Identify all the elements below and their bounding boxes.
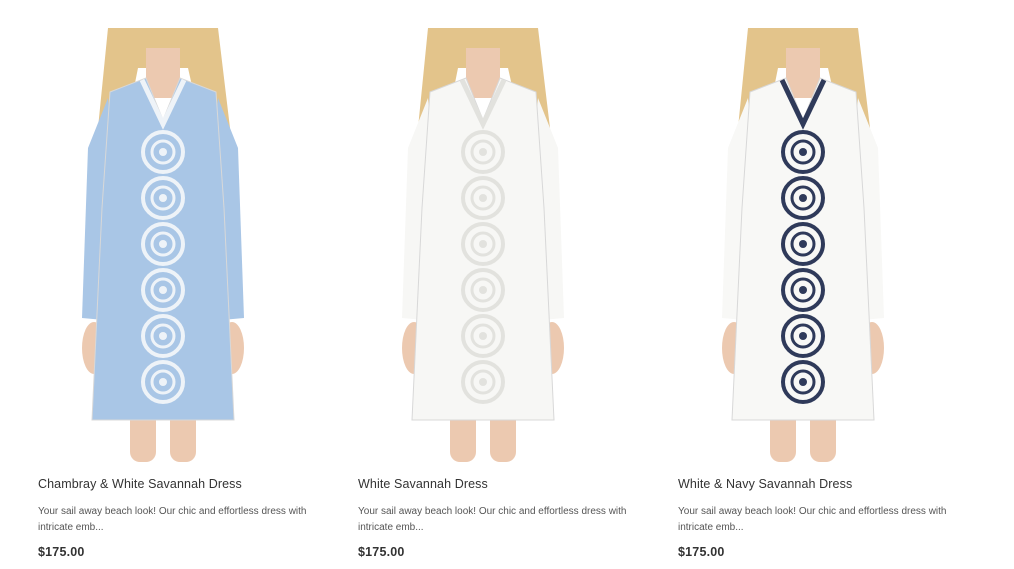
product-name[interactable]: White Savannah Dress xyxy=(358,477,488,491)
product-grid: Chambray & White Savannah Dress Your sai… xyxy=(38,28,998,569)
product-price: $175.00 xyxy=(358,545,405,559)
product-description: Your sail away beach look! Our chic and … xyxy=(678,506,947,533)
product-card[interactable]: Chambray & White Savannah Dress Your sai… xyxy=(38,28,338,569)
product-name[interactable]: Chambray & White Savannah Dress xyxy=(38,477,242,491)
dress-illustration xyxy=(678,28,928,462)
dress-illustration xyxy=(358,28,608,462)
product-description: Your sail away beach look! Our chic and … xyxy=(358,506,627,533)
product-name[interactable]: White & Navy Savannah Dress xyxy=(678,477,852,491)
product-image[interactable] xyxy=(358,28,608,462)
product-card[interactable]: White & Navy Savannah Dress Your sail aw… xyxy=(678,28,978,569)
product-image[interactable] xyxy=(678,28,928,462)
product-price: $175.00 xyxy=(678,545,725,559)
product-description: Your sail away beach look! Our chic and … xyxy=(38,506,307,533)
product-price: $175.00 xyxy=(38,545,85,559)
product-image[interactable] xyxy=(38,28,288,462)
dress-illustration xyxy=(38,28,288,462)
product-card[interactable]: White Savannah Dress Your sail away beac… xyxy=(358,28,658,569)
